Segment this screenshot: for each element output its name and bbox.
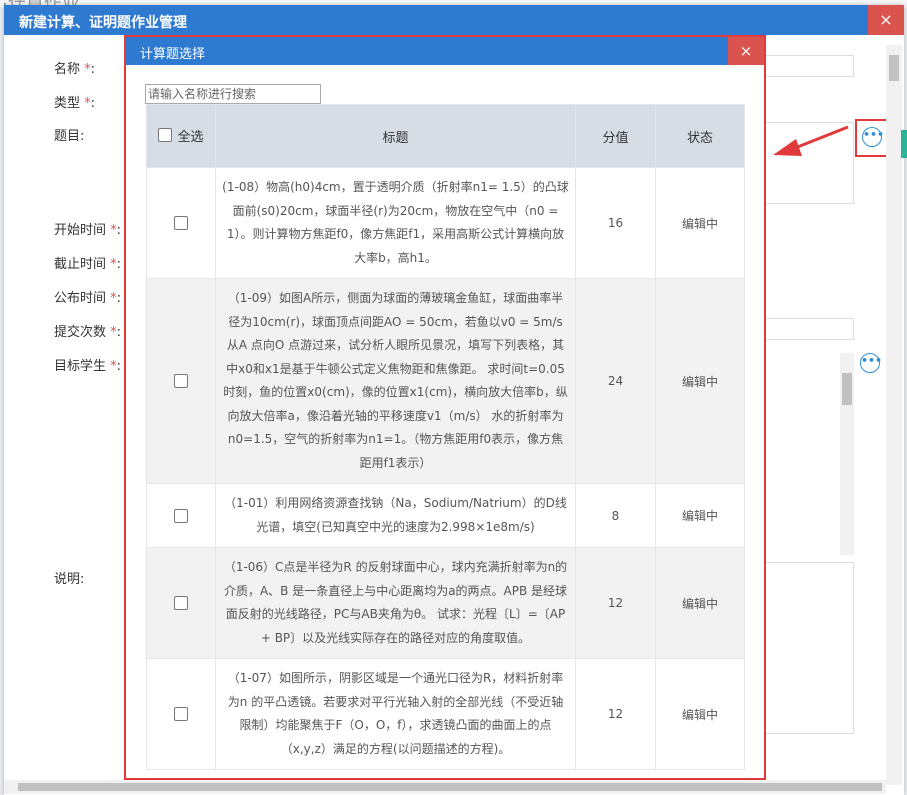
row-score: 12: [575, 547, 656, 659]
row-score: 8: [575, 483, 656, 548]
question-table: 全选 标题 分值 状态 (1-08）物高(h0)4cm，置于透明介质（折射率n1…: [146, 104, 745, 770]
table-row[interactable]: (1-08）物高(h0)4cm，置于透明介质（折射率n1= 1.5）的凸球面前(…: [146, 167, 745, 279]
select-all-header[interactable]: 全选: [146, 104, 216, 168]
row-score: 24: [575, 278, 656, 484]
row-status: 编辑中: [655, 278, 745, 484]
row-title: （1-09）如图A所示，侧面为球面的薄玻璃金鱼缸，球面曲率半径为10cm(r)，…: [215, 278, 576, 484]
question-select-dialog: 计算题选择 × 全选 标题 分值 状态 (1-08）物高(h0)4cm，置于透明…: [126, 37, 764, 778]
row-status: 编辑中: [655, 167, 745, 279]
title-header: 标题: [215, 104, 576, 168]
row-score: 16: [575, 167, 656, 279]
dialog-title: 计算题选择: [140, 47, 206, 62]
row-title: (1-08）物高(h0)4cm，置于透明介质（折射率n1= 1.5）的凸球面前(…: [215, 167, 576, 279]
row-title: （1-01）利用网络资源查找钠（Na，Sodium/Natrium）的D线光谱，…: [215, 483, 576, 548]
table-row[interactable]: （1-07）如图所示，阴影区域是一个通光口径为R，材料折射率为n 的平凸透镜。若…: [146, 658, 745, 770]
table-row[interactable]: （1-06）C点是半径为R 的反射球面中心，球内充满折射率为n的介质，A、B 是…: [146, 547, 745, 659]
row-score: 12: [575, 658, 656, 770]
row-status: 编辑中: [655, 658, 745, 770]
table-row[interactable]: （1-09）如图A所示，侧面为球面的薄玻璃金鱼缸，球面曲率半径为10cm(r)，…: [146, 278, 745, 484]
select-all-checkbox[interactable]: [158, 128, 173, 143]
table-row[interactable]: （1-01）利用网络资源查找钠（Na，Sodium/Natrium）的D线光谱，…: [146, 483, 745, 548]
status-header: 状态: [655, 104, 745, 168]
row-status: 编辑中: [655, 483, 745, 548]
row-checkbox[interactable]: [174, 596, 188, 611]
dialog-close-button[interactable]: ×: [728, 37, 764, 65]
row-checkbox[interactable]: [174, 508, 188, 523]
row-checkbox[interactable]: [174, 374, 188, 389]
row-checkbox[interactable]: [174, 216, 188, 231]
row-status: 编辑中: [655, 547, 745, 659]
dialog-titlebar[interactable]: 计算题选择 ×: [126, 37, 764, 65]
row-title: （1-06）C点是半径为R 的反射球面中心，球内充满折射率为n的介质，A、B 是…: [215, 547, 576, 659]
row-checkbox[interactable]: [174, 707, 188, 722]
score-header: 分值: [575, 104, 656, 168]
row-title: （1-07）如图所示，阴影区域是一个通光口径为R，材料折射率为n 的平凸透镜。若…: [215, 658, 576, 770]
search-input[interactable]: [145, 84, 321, 104]
